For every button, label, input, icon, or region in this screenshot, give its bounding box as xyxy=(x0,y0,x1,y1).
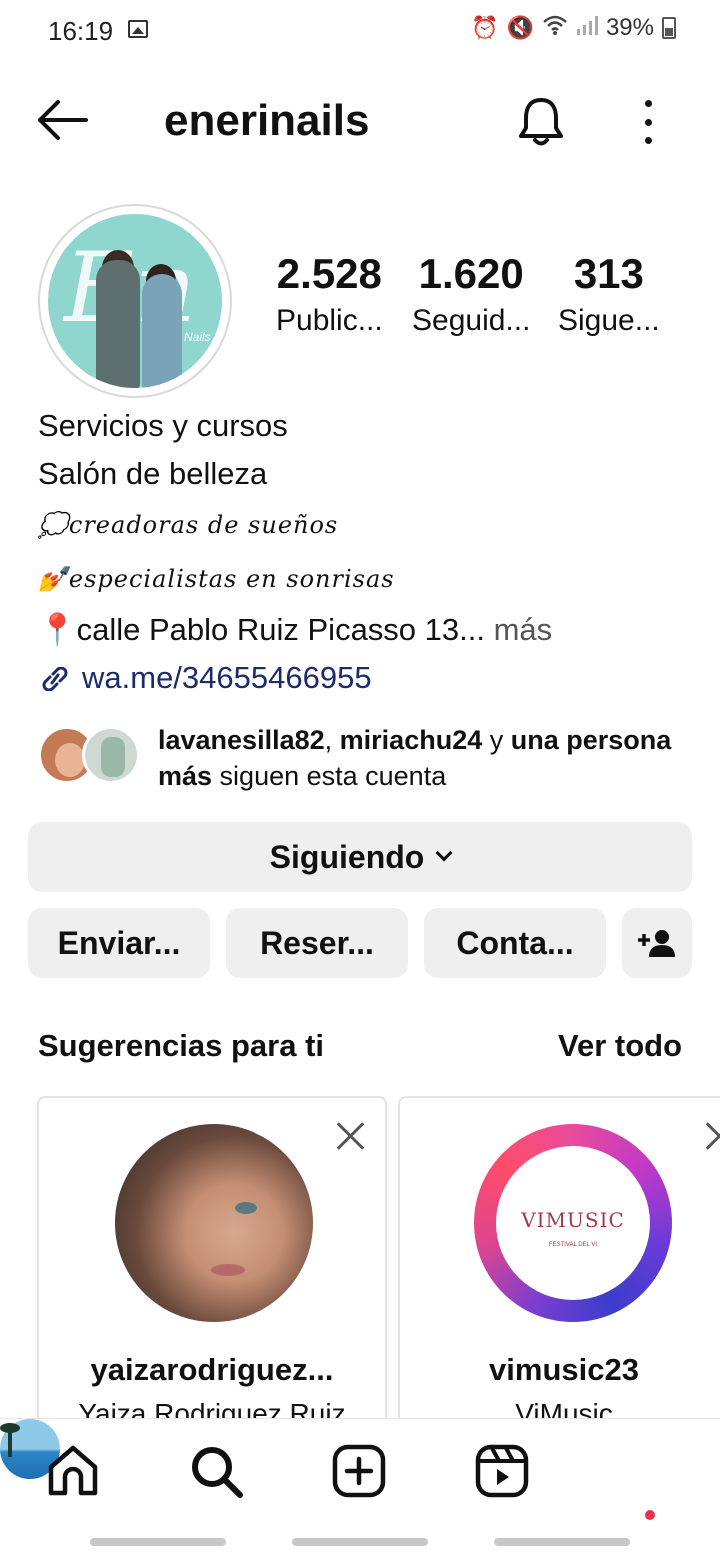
vimusic-logo-subtext: FESTIVAL DEL VI xyxy=(548,1242,598,1248)
followed-by[interactable]: lavanesilla82, miriachu24 y una persona … xyxy=(38,722,698,792)
add-person-icon xyxy=(638,930,675,957)
see-all-link[interactable]: Ver todo xyxy=(558,1028,682,1064)
close-icon[interactable] xyxy=(704,1120,720,1150)
image-notification-icon xyxy=(128,20,148,38)
link-icon xyxy=(42,667,68,691)
book-button[interactable]: Reser... xyxy=(226,908,408,978)
chevron-down-icon xyxy=(435,844,453,862)
message-button[interactable]: Enviar... xyxy=(28,908,210,978)
bio-line-dreams: 💭creadoras de sueños xyxy=(38,498,698,552)
close-icon[interactable] xyxy=(335,1120,365,1150)
bio-smiles-text: especialistas en sonrisas xyxy=(68,565,395,593)
bio-more-link[interactable]: más xyxy=(494,612,553,647)
message-label: Enviar... xyxy=(57,924,181,961)
bio-website-text: wa.me/34655466955 xyxy=(82,660,372,695)
stat-following[interactable]: 313 Sigue... xyxy=(558,250,660,338)
suggestion-avatar[interactable]: VIMUSIC FESTIVAL DEL VI xyxy=(474,1124,672,1322)
wifi-icon xyxy=(542,14,568,42)
bio-address-text: calle Pablo Ruiz Picasso 13... xyxy=(76,612,485,647)
profile-username: enerinails xyxy=(164,96,370,145)
followed-by-text: lavanesilla82, miriachu24 y una persona … xyxy=(158,725,672,791)
bio-address[interactable]: 📍calle Pablo Ruiz Picasso 13... más xyxy=(38,606,698,654)
reels-icon[interactable] xyxy=(474,1443,530,1499)
suggestions-header: Sugerencias para ti Ver todo xyxy=(38,1028,682,1068)
bell-icon[interactable] xyxy=(516,94,566,148)
status-bar: 16:19 ⏰ 🔇 39% xyxy=(0,0,720,60)
gesture-bar-right xyxy=(494,1538,630,1546)
status-icons: ⏰ 🔇 39% xyxy=(471,14,676,42)
notification-dot xyxy=(645,1510,655,1520)
status-time: 16:19 xyxy=(48,16,114,46)
vimusic-logo-text: VIMUSIC xyxy=(521,1208,625,1232)
gesture-bar-center xyxy=(292,1538,428,1546)
stat-followers-value: 1.620 xyxy=(418,250,524,297)
battery-icon xyxy=(662,17,676,39)
pin-icon: 📍 xyxy=(38,612,77,647)
suggestions-title: Sugerencias para ti xyxy=(38,1028,325,1063)
bio-dreams-text: creadoras de sueños xyxy=(68,511,339,539)
profile-avatar[interactable]: En Nails xyxy=(38,204,232,398)
suggestion-handle[interactable]: yaizarodriguez... xyxy=(39,1352,385,1388)
alarm-icon: ⏰ xyxy=(471,15,499,40)
battery-percent: 39% xyxy=(605,14,654,41)
suggestion-card[interactable]: VIMUSIC FESTIVAL DEL VI vimusic23 ViMusi… xyxy=(398,1096,720,1436)
search-icon[interactable] xyxy=(188,1443,244,1499)
stat-following-label: Sigue... xyxy=(558,304,660,337)
add-post-icon[interactable] xyxy=(331,1443,387,1499)
following-button[interactable]: Siguiendo xyxy=(28,822,692,892)
gesture-bar-left xyxy=(90,1538,226,1546)
signal-icon xyxy=(576,14,598,42)
contact-button[interactable]: Conta... xyxy=(424,908,606,978)
stat-following-value: 313 xyxy=(573,250,644,297)
bio-name: Servicios y cursos xyxy=(38,408,288,443)
bio-category: Salón de belleza xyxy=(38,456,268,491)
more-options-icon[interactable] xyxy=(632,100,664,144)
stat-posts[interactable]: 2.528 Public... xyxy=(276,250,383,338)
bio-line-smiles: 💅especialistas en sonrisas xyxy=(38,552,698,606)
stat-followers-label: Seguid... xyxy=(412,304,531,337)
bio-website[interactable]: wa.me/34655466955 xyxy=(38,654,698,702)
following-label: Siguiendo xyxy=(269,838,425,875)
back-arrow-icon[interactable] xyxy=(36,98,88,142)
contact-label: Conta... xyxy=(456,924,574,961)
suggestion-card[interactable]: yaizarodriguez... Yaiza Rodriguez Ruiz xyxy=(37,1096,387,1436)
stat-posts-value: 2.528 xyxy=(276,250,382,297)
stat-followers[interactable]: 1.620 Seguid... xyxy=(412,250,530,338)
suggest-people-button[interactable] xyxy=(622,908,692,978)
nail-polish-icon: 💅 xyxy=(38,565,69,593)
avatar-image: En Nails xyxy=(48,214,222,388)
thought-bubble-icon: 💭 xyxy=(38,511,69,539)
book-label: Reser... xyxy=(260,924,374,961)
home-icon[interactable] xyxy=(45,1443,101,1499)
profile-header: enerinails xyxy=(0,80,720,160)
stat-posts-label: Public... xyxy=(276,304,383,337)
mute-icon: 🔇 xyxy=(506,15,534,40)
suggestion-avatar[interactable] xyxy=(115,1124,313,1322)
suggestion-handle[interactable]: vimusic23 xyxy=(400,1352,720,1388)
follower-avatar-2 xyxy=(82,726,140,784)
profile-bio: Servicios y cursos Salón de belleza 💭cre… xyxy=(38,402,698,702)
